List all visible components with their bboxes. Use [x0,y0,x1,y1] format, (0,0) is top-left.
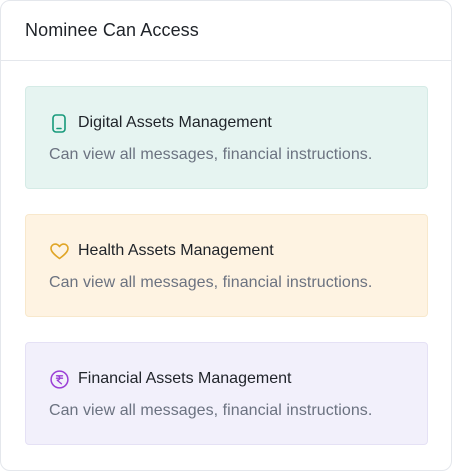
card-description: Can view all messages, financial instruc… [49,402,373,419]
phone-icon [49,113,69,133]
card-title: Digital Assets Management [78,114,272,131]
card-title: Financial Assets Management [78,370,292,387]
card-title: Health Assets Management [78,242,274,259]
access-card-financial-assets: Financial Assets Management Can view all… [25,342,428,445]
card-header: Health Assets Management [49,240,427,262]
panel-header: Nominee Can Access [1,1,451,61]
access-card-digital-assets: Digital Assets Management Can view all m… [25,86,428,189]
rupee-icon [49,369,69,389]
card-header: Digital Assets Management [49,112,427,134]
card-header: Financial Assets Management [49,368,427,390]
heart-icon [49,241,69,261]
card-description: Can view all messages, financial instruc… [49,274,373,291]
access-list: Digital Assets Management Can view all m… [1,61,451,445]
panel-title: Nominee Can Access [25,20,199,40]
access-card-health-assets: Health Assets Management Can view all me… [25,214,428,317]
card-description: Can view all messages, financial instruc… [49,146,373,163]
nominee-access-panel: Nominee Can Access Digital Assets Manage… [0,0,452,471]
